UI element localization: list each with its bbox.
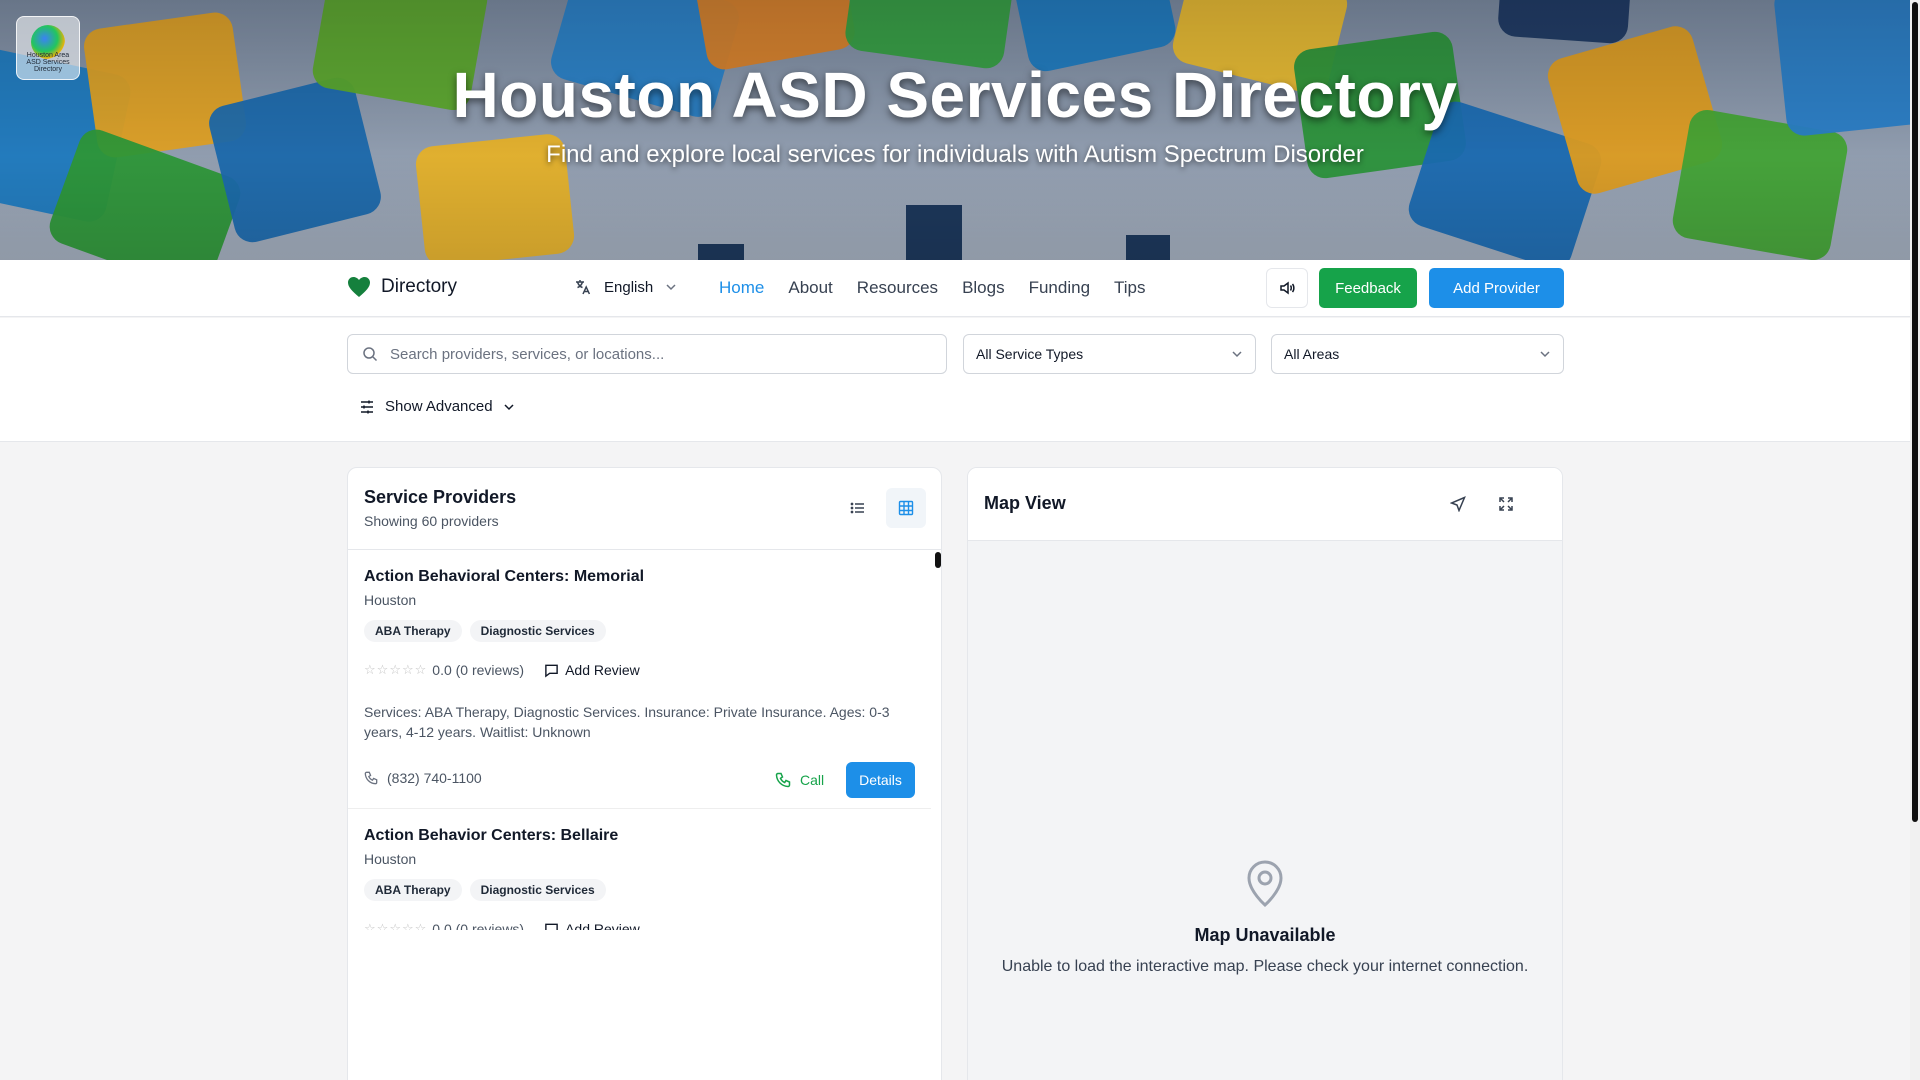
- service-tag: ABA Therapy: [364, 620, 462, 642]
- provider-tags: ABA Therapy Diagnostic Services: [364, 620, 929, 642]
- map-unavailable-message: Map Unavailable Unable to load the inter…: [968, 860, 1562, 976]
- provider-card-footer: (832) 740-1100 Call Details: [364, 762, 929, 798]
- hero-banner: Houston Area ASD Services Directory Hous…: [0, 0, 1910, 260]
- language-label: English: [604, 278, 654, 296]
- map-unavailable-text: Unable to load the interactive map. Plea…: [1001, 958, 1529, 975]
- chevron-down-icon: [1540, 351, 1550, 358]
- sliders-icon: [361, 400, 373, 413]
- provider-list-header: Service Providers Showing 60 providers: [348, 468, 941, 550]
- nav-link-home[interactable]: Home: [719, 278, 764, 298]
- comment-icon: [545, 664, 558, 678]
- search-input[interactable]: [390, 345, 910, 363]
- card-divider: [348, 808, 931, 809]
- add-provider-button[interactable]: Add Provider: [1429, 268, 1564, 308]
- heart-icon: [348, 277, 370, 297]
- read-aloud-button[interactable]: [1266, 268, 1308, 308]
- service-tag: Diagnostic Services: [469, 620, 606, 642]
- chevron-down-icon: [504, 403, 514, 410]
- page-scrollbar-thumb[interactable]: [1912, 2, 1918, 822]
- nav-link-about[interactable]: About: [788, 278, 832, 298]
- provider-count: Showing 60 providers: [364, 513, 499, 529]
- provider-list-panel: Service Providers Showing 60 providers A…: [347, 467, 942, 1080]
- map-panel: Map View Map Unavailable Unable to load …: [967, 467, 1563, 1080]
- service-type-select[interactable]: All Service Types: [963, 334, 1256, 374]
- add-review-button[interactable]: Add Review: [544, 662, 640, 678]
- filter-bar: All Service Types All Areas Show Advance…: [0, 318, 1910, 442]
- search-icon: [363, 347, 378, 362]
- map-unavailable-title: Map Unavailable: [1194, 925, 1336, 945]
- phone-icon: [775, 772, 791, 788]
- nav-links: Home About Resources Blogs Funding Tips: [719, 278, 1146, 298]
- provider-description: Services: ABA Therapy, Diagnostic Servic…: [364, 704, 890, 740]
- provider-card[interactable]: Action Behavior Centers: Bellaire Housto…: [364, 827, 929, 937]
- details-button[interactable]: Details: [846, 762, 915, 798]
- add-review-label: Add Review: [565, 662, 640, 678]
- area-select[interactable]: All Areas: [1271, 334, 1564, 374]
- speaker-icon: [1280, 281, 1295, 295]
- chevron-down-icon: [666, 284, 676, 291]
- list-icon: [850, 502, 864, 514]
- grid-icon: [898, 500, 914, 516]
- list-scrollbar[interactable]: [935, 552, 941, 568]
- star-icon: ☆: [389, 662, 401, 677]
- expand-icon: [1499, 497, 1513, 511]
- star-rating: ☆ ☆ ☆ ☆ ☆: [364, 662, 426, 678]
- provider-name[interactable]: Action Behavioral Centers: Memorial: [364, 568, 929, 586]
- translate-icon: [576, 280, 591, 295]
- nav-link-blogs[interactable]: Blogs: [962, 278, 1005, 298]
- provider-name[interactable]: Action Behavior Centers: Bellaire: [364, 827, 929, 845]
- provider-city: Houston: [364, 592, 417, 608]
- map-pin-icon: [1247, 860, 1283, 907]
- map-area: [968, 541, 1562, 1080]
- nav-link-resources[interactable]: Resources: [857, 278, 938, 298]
- call-label: Call: [800, 772, 825, 788]
- call-button[interactable]: Call: [775, 762, 824, 798]
- star-icon: ☆: [401, 662, 414, 677]
- fullscreen-button[interactable]: [1486, 484, 1526, 524]
- feedback-button[interactable]: Feedback: [1319, 268, 1417, 308]
- star-icon: ☆: [414, 662, 427, 677]
- rating-row: ☆ ☆ ☆ ☆ ☆ 0.0 (0 reviews) Add Review: [364, 662, 929, 678]
- phone-icon: [364, 771, 378, 785]
- brand-link[interactable]: Directory: [347, 276, 457, 298]
- area-value: All Areas: [1284, 346, 1340, 362]
- service-tag: Diagnostic Services: [469, 879, 606, 901]
- list-clip-area: [348, 930, 941, 1080]
- hero-title: Houston ASD Services Directory: [452, 59, 1458, 131]
- locate-me-button[interactable]: [1438, 484, 1478, 524]
- star-icon: ☆: [364, 662, 376, 677]
- top-navigation: Directory English Home About Resources B…: [0, 260, 1910, 317]
- provider-tags: ABA Therapy Diagnostic Services: [364, 879, 929, 901]
- nav-link-funding[interactable]: Funding: [1029, 278, 1090, 298]
- nav-link-tips[interactable]: Tips: [1114, 278, 1146, 298]
- language-selector[interactable]: English: [574, 278, 677, 296]
- map-header: Map View: [968, 468, 1562, 541]
- map-title: Map View: [984, 493, 1066, 513]
- phone-number: (832) 740-1100: [387, 770, 482, 786]
- provider-phone: (832) 740-1100: [364, 770, 482, 786]
- service-type-value: All Service Types: [976, 346, 1084, 362]
- list-view-button[interactable]: [838, 488, 878, 528]
- page-scrollbar[interactable]: [1910, 0, 1920, 1080]
- navigation-arrow-icon: [1450, 496, 1466, 512]
- show-advanced-toggle[interactable]: Show Advanced: [359, 398, 515, 415]
- provider-list-title: Service Providers: [364, 487, 517, 507]
- service-tag: ABA Therapy: [364, 879, 462, 901]
- grid-view-button[interactable]: [886, 488, 926, 528]
- rating-text: 0.0 (0 reviews): [432, 662, 525, 678]
- provider-city: Houston: [364, 851, 417, 867]
- show-advanced-label: Show Advanced: [385, 398, 493, 415]
- brand-name: Directory: [381, 276, 458, 297]
- chevron-down-icon: [1232, 351, 1242, 358]
- star-icon: ☆: [376, 662, 389, 677]
- search-box: [347, 334, 947, 374]
- provider-card[interactable]: Action Behavioral Centers: Memorial Hous…: [364, 568, 929, 798]
- hero-subtitle: Find and explore local services for indi…: [546, 141, 1364, 168]
